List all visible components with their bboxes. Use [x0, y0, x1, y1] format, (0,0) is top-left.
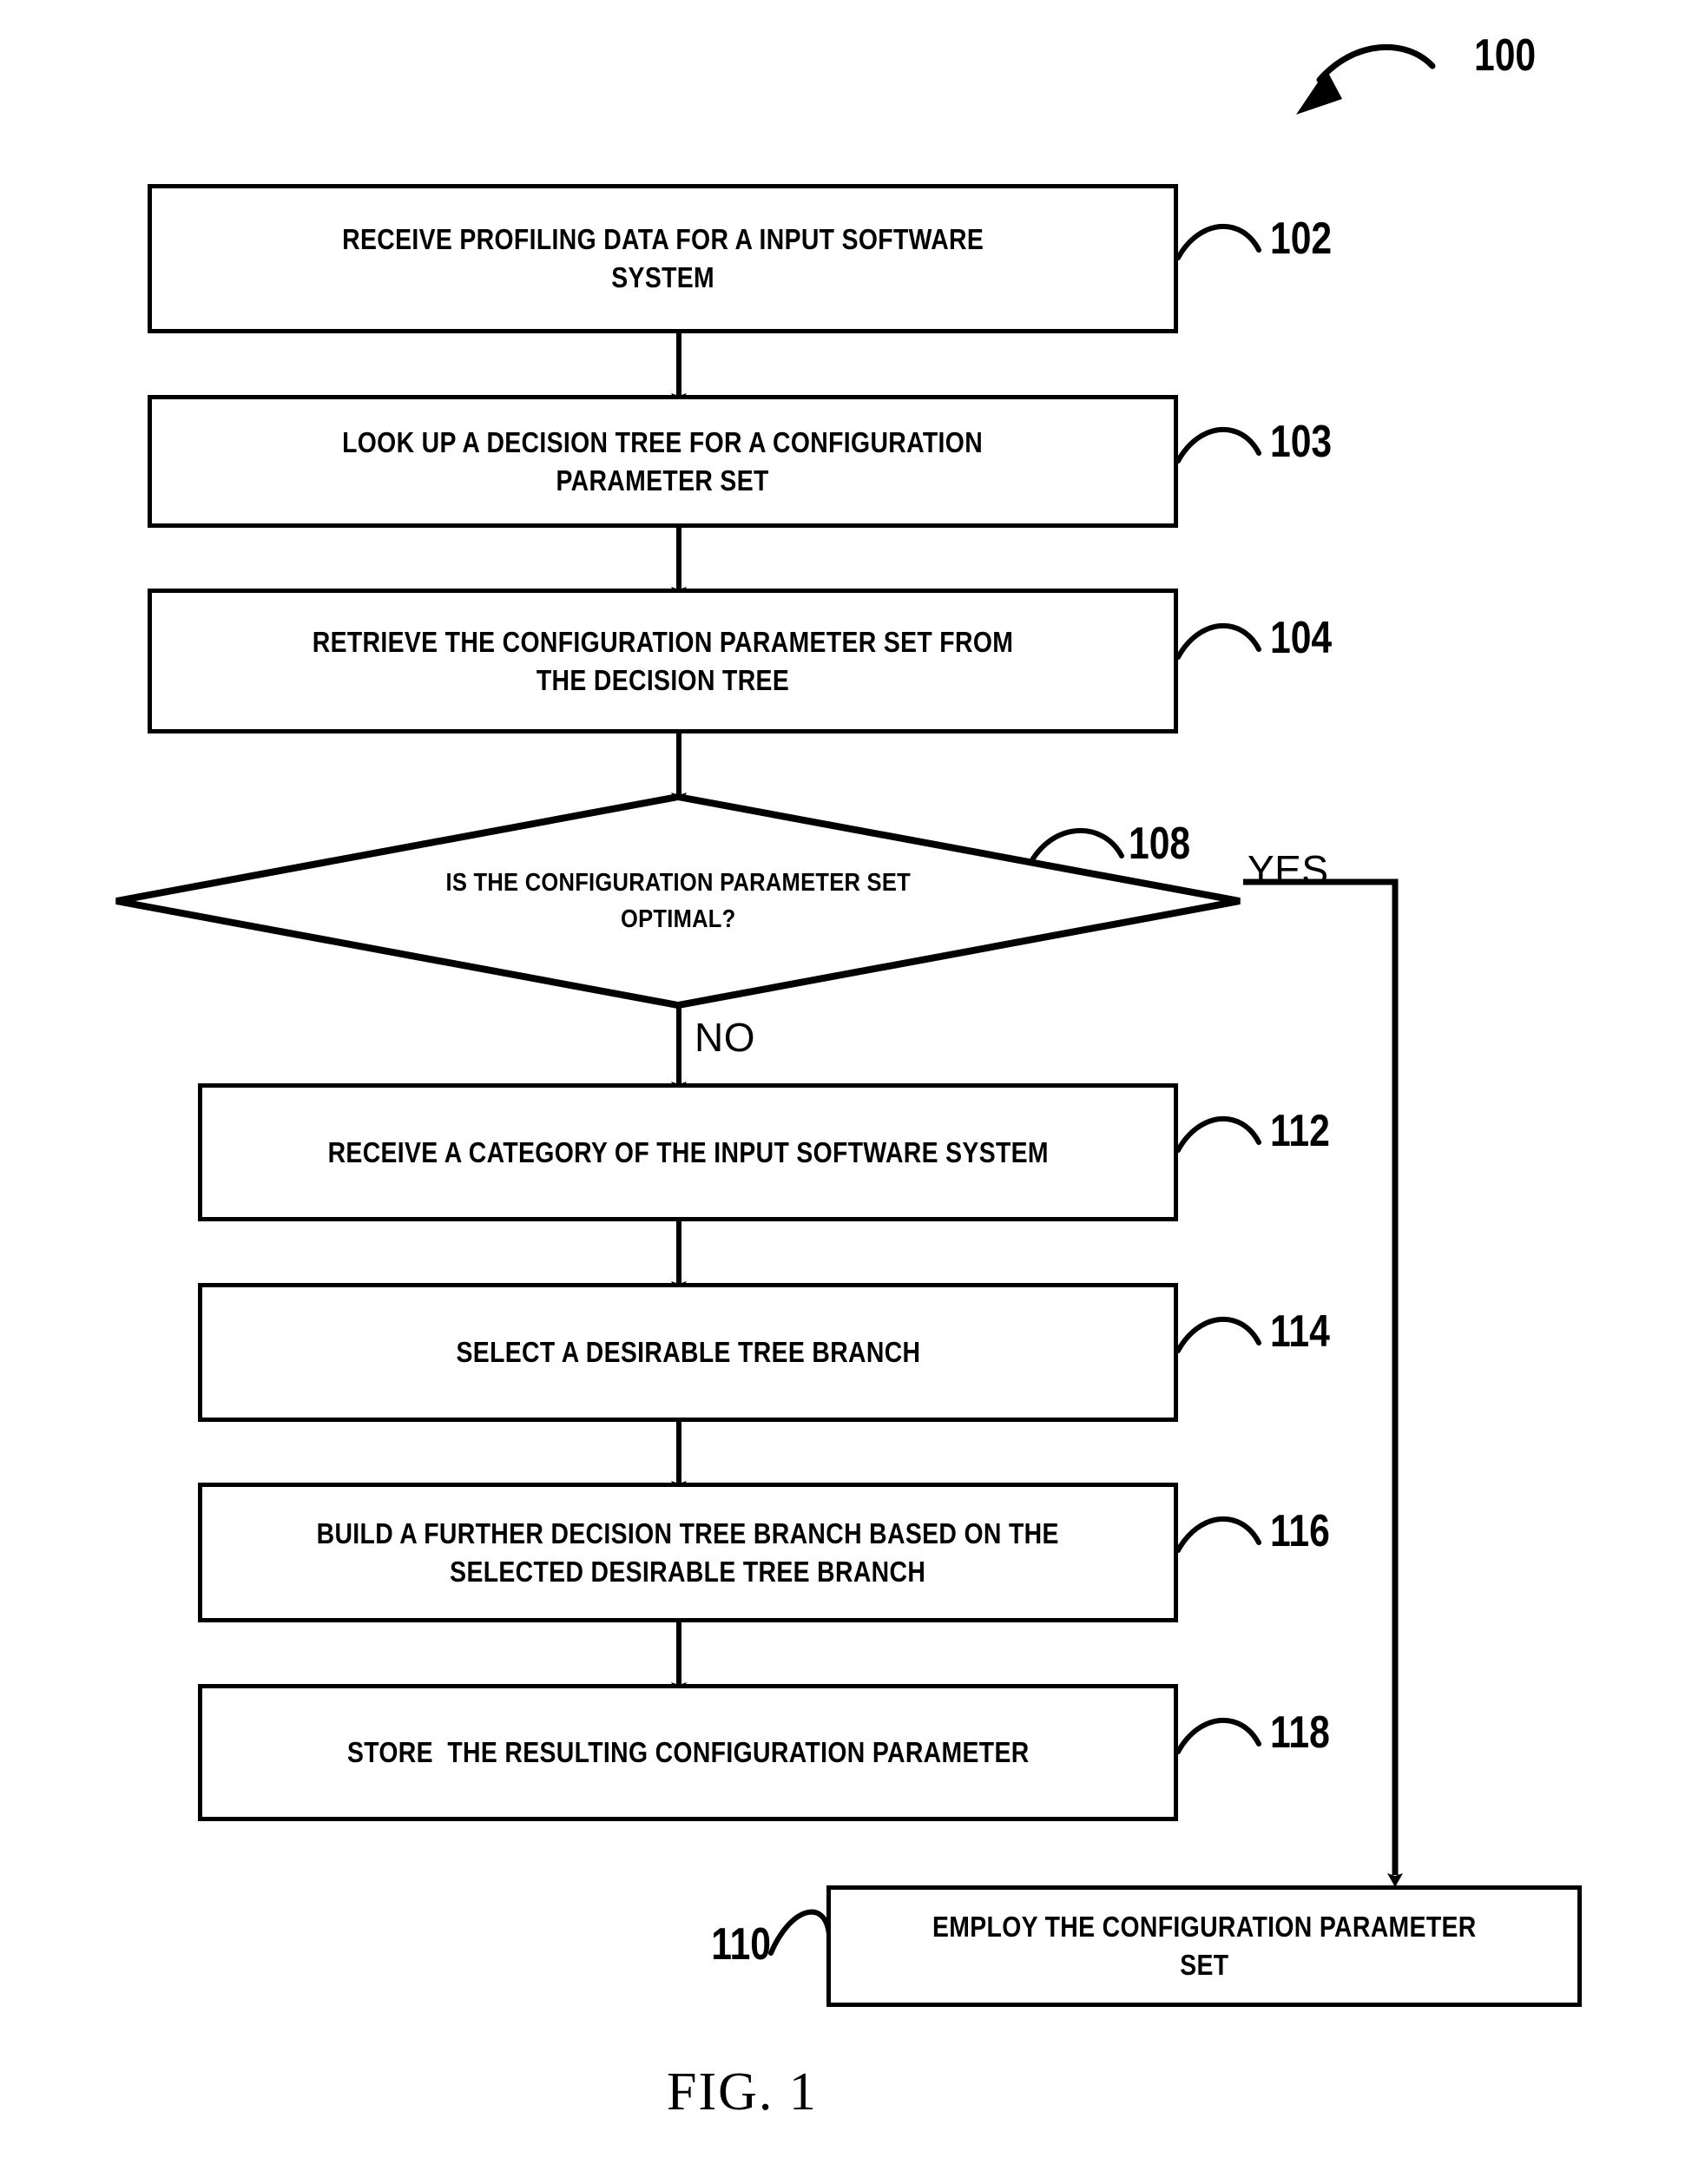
process-box-102[interactable]: RECEIVE PROFILING DATA FOR A INPUT SOFTW…	[148, 184, 1178, 333]
process-box-110[interactable]: EMPLOY THE CONFIGURATION PARAMETER SET	[826, 1885, 1582, 2007]
branch-label-yes: YES	[1248, 847, 1329, 892]
ref-numeral-118: 118	[1270, 1707, 1330, 1758]
process-box-112[interactable]: RECEIVE A CATEGORY OF THE INPUT SOFTWARE…	[198, 1083, 1178, 1221]
process-box-102-label: RECEIVE PROFILING DATA FOR A INPUT SOFTW…	[341, 223, 984, 293]
ref-numeral-112: 112	[1270, 1106, 1330, 1156]
process-box-112-label: RECEIVE A CATEGORY OF THE INPUT SOFTWARE…	[327, 1135, 1049, 1168]
ref-numeral-110: 110	[711, 1919, 771, 1970]
process-box-103-label: LOOK UP A DECISION TREE FOR A CONFIGURAT…	[342, 425, 984, 497]
ref-numeral-102: 102	[1270, 214, 1333, 264]
process-box-104[interactable]: RETRIEVE THE CONFIGURATION PARAMETER SET…	[148, 589, 1178, 733]
leader-118	[1175, 1718, 1261, 1754]
process-box-110-label: EMPLOY THE CONFIGURATION PARAMETER SET	[932, 1911, 1477, 1981]
process-box-114[interactable]: SELECT A DESIRABLE TREE BRANCH	[198, 1283, 1178, 1422]
process-box-118-label: STORE THE RESULTING CONFIGURATION PARAME…	[346, 1736, 1030, 1769]
process-box-116-label: BUILD A FURTHER DECISION TREE BRANCH BAS…	[316, 1516, 1060, 1588]
leader-102	[1175, 224, 1261, 260]
branch-label-no: NO	[695, 1015, 755, 1060]
leader-103	[1175, 427, 1261, 464]
ref-numeral-100: 100	[1474, 30, 1537, 81]
leader-104	[1175, 623, 1261, 660]
ref-numeral-104: 104	[1270, 613, 1333, 663]
ref-numeral-116: 116	[1270, 1506, 1330, 1556]
ref-numeral-108: 108	[1129, 819, 1191, 869]
leader-116	[1175, 1516, 1261, 1553]
process-box-104-label: RETRIEVE THE CONFIGURATION PARAMETER SET…	[312, 625, 1014, 696]
leader-110	[768, 1909, 832, 1956]
process-box-103[interactable]: LOOK UP A DECISION TREE FOR A CONFIGURAT…	[148, 395, 1178, 528]
ref-numeral-114: 114	[1270, 1306, 1330, 1357]
decision-diamond-108[interactable]: IS THE CONFIGURATION PARAMETER SET OPTIM…	[113, 793, 1243, 1010]
patent-figure-page: 100 RECEIVE PROFILING DATA FOR A INPUT S…	[0, 0, 1692, 2184]
leader-112	[1175, 1116, 1261, 1153]
ref-numeral-103: 103	[1270, 417, 1333, 467]
process-box-116[interactable]: BUILD A FURTHER DECISION TREE BRANCH BAS…	[198, 1483, 1178, 1622]
figure-caption: FIG. 1	[667, 2062, 818, 2122]
process-box-114-label: SELECT A DESIRABLE TREE BRANCH	[456, 1336, 920, 1369]
leader-114	[1175, 1317, 1261, 1353]
process-box-118[interactable]: STORE THE RESULTING CONFIGURATION PARAME…	[198, 1684, 1178, 1821]
overall-ref-leader	[1296, 43, 1436, 115]
